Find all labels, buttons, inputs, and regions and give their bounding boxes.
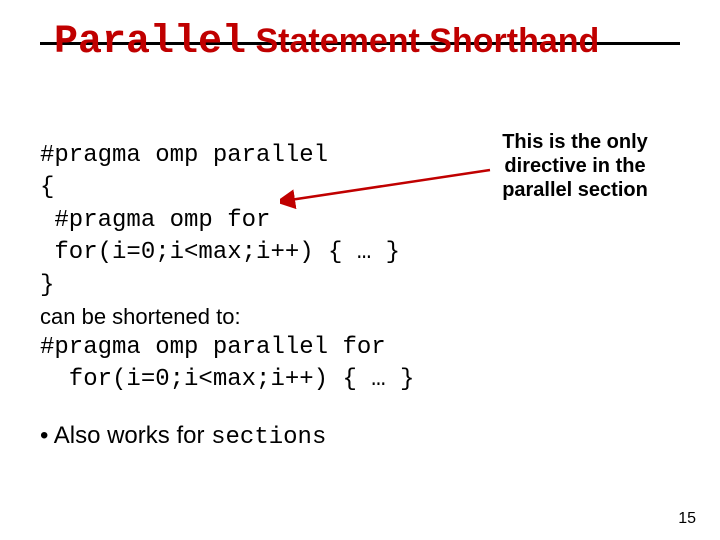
title-area: Parallel Statement Shorthand [40,20,680,65]
bullet-line: • Also works for sections [40,420,680,454]
page-number: 15 [678,510,696,528]
code1-line4: for(i=0;i<max;i++) { … } [40,237,680,269]
shorten-label: can be shortened to: [40,302,680,332]
callout-text: This is the only directive in the parall… [490,130,660,202]
code1-line3: #pragma omp for [40,205,680,237]
code2-line2: for(i=0;i<max;i++) { … } [40,364,680,396]
bullet-prefix: • Also works for [40,422,211,449]
title-part-mono: Parallel [54,20,246,65]
code2-line1: #pragma omp parallel for [40,332,680,364]
slide-title: Parallel Statement Shorthand [50,20,603,65]
code1-line5: } [40,270,680,302]
title-part-rest: Statement Shorthand [246,22,599,60]
bullet-mono: sections [211,424,326,451]
